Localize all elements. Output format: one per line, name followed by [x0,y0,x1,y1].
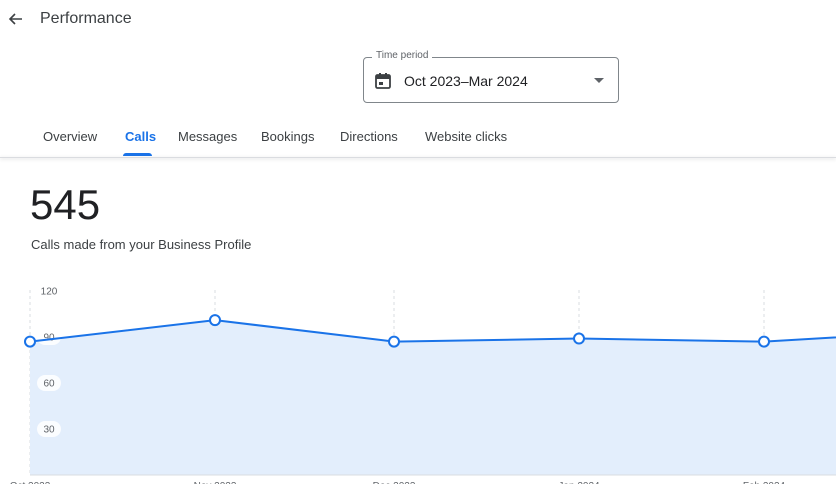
y-tick-label: 120 [41,287,58,298]
calls-chart: 306090120Oct 2023Nov 2023Dec 2023Jan 202… [10,283,836,484]
time-period-select[interactable]: Time period Oct 2023–Mar 2024 [363,50,619,103]
data-point [388,335,400,348]
top-bar: Performance [0,0,836,40]
tab-divider [0,157,836,158]
y-tick-label: 30 [43,425,55,436]
back-button[interactable] [4,8,26,30]
calls-total: 545 [30,181,101,228]
data-point [209,314,221,327]
arrow-back-icon [8,13,22,25]
calls-caption: Calls made from your Business Profile [31,237,252,252]
data-point [758,335,770,348]
chart-area [30,320,836,475]
calendar-icon [375,73,391,89]
tab-calls[interactable]: Calls [125,118,156,158]
tab-website-clicks[interactable]: Website clicks [425,118,507,158]
time-period-value: Oct 2023–Mar 2024 [404,73,528,89]
time-period-label: Time period [372,50,433,61]
active-tab-indicator [123,153,152,156]
data-point [24,335,36,348]
tab-directions[interactable]: Directions [340,118,398,158]
tab-bookings[interactable]: Bookings [261,118,314,158]
tab-bar: Overview Calls Messages Bookings Directi… [0,118,836,158]
page-title: Performance [40,10,132,27]
data-point [573,332,585,345]
dropdown-caret-icon [594,78,604,83]
tab-messages[interactable]: Messages [178,118,237,158]
tab-overview[interactable]: Overview [43,118,97,158]
y-tick-label: 60 [43,379,55,390]
